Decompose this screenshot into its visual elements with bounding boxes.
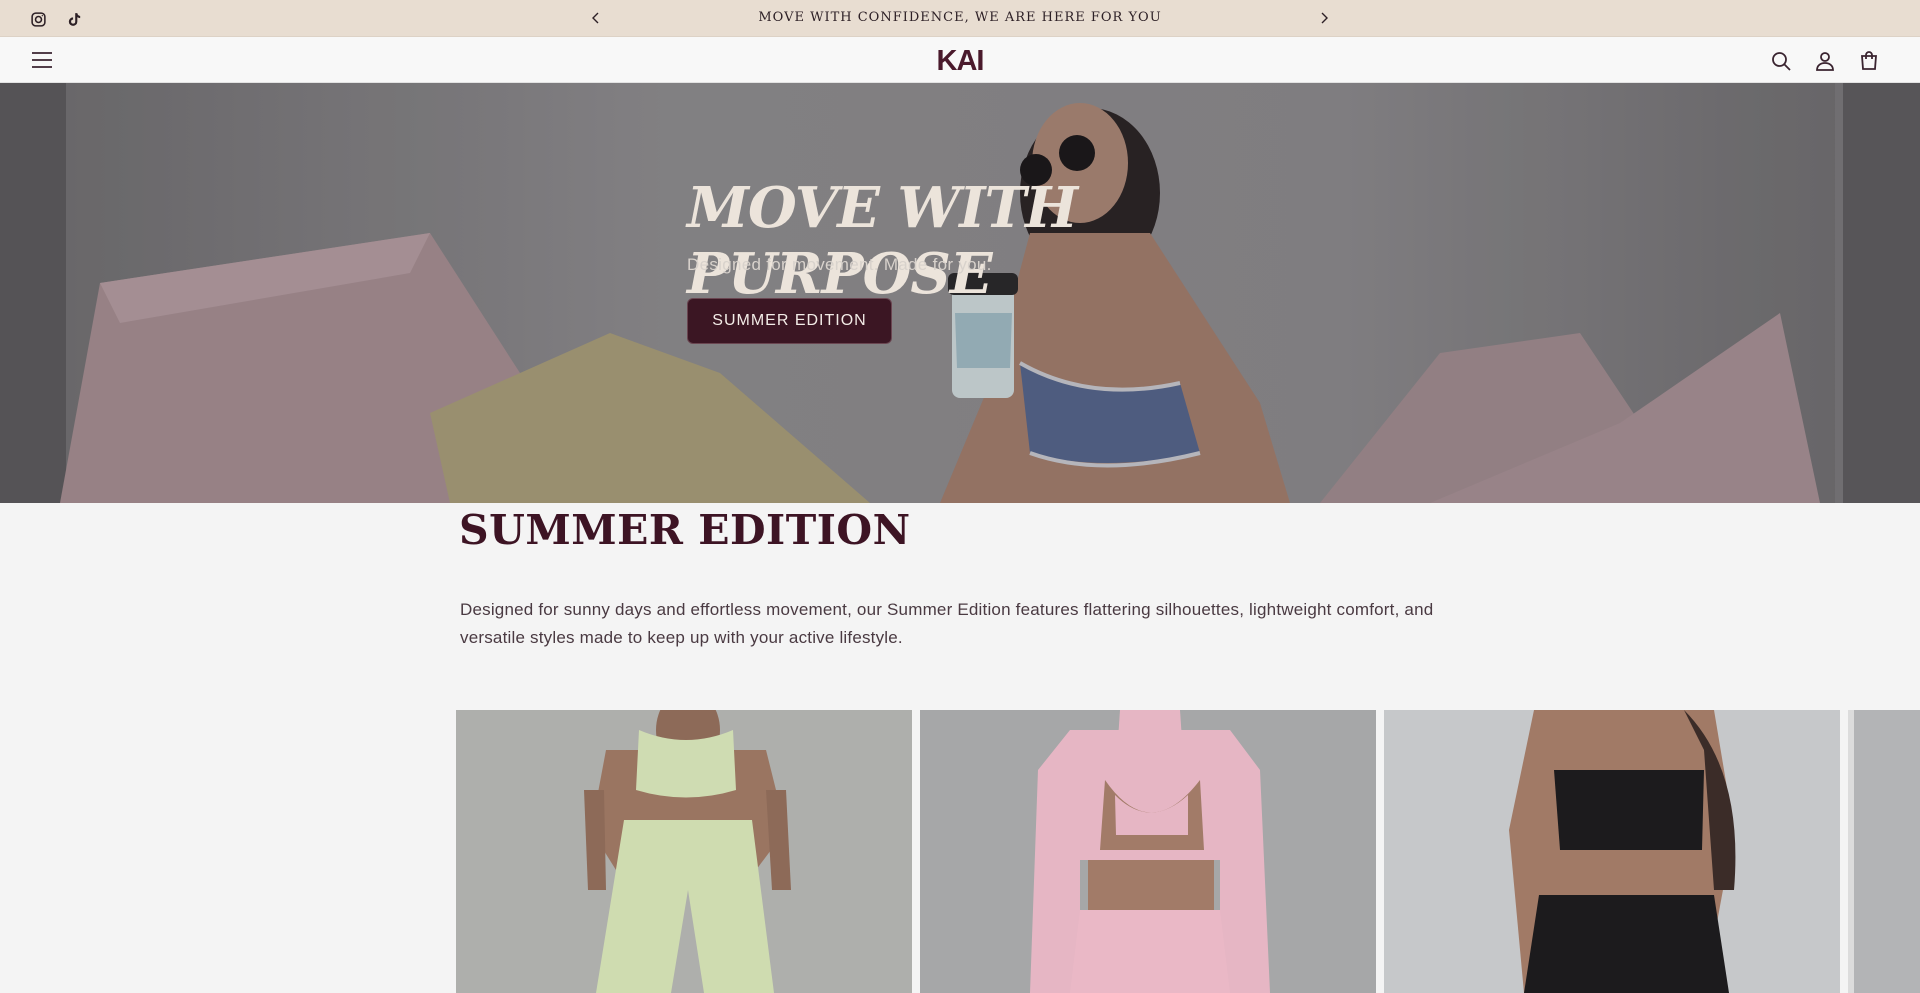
hamburger-menu-icon[interactable] (29, 49, 55, 71)
instagram-icon[interactable] (28, 9, 48, 29)
product-image-pink-set (920, 710, 1376, 993)
product-image-black-set (1384, 710, 1840, 993)
announcement-text: MOVE WITH CONFIDENCE, WE ARE HERE FOR YO… (758, 10, 1162, 25)
hero-title: MOVE WITH PURPOSE (687, 175, 1078, 307)
product-image-green-set (456, 710, 912, 993)
chevron-right-icon[interactable] (1314, 8, 1334, 28)
announcement-bar: MOVE WITH CONFIDENCE, WE ARE HERE FOR YO… (0, 0, 1920, 37)
summer-edition-button[interactable]: SUMMER EDITION (687, 298, 892, 344)
account-icon[interactable] (1813, 49, 1837, 73)
product-card[interactable] (1848, 710, 1920, 993)
collection-description: Designed for sunny days and effortless m… (460, 600, 1434, 647)
product-image-partial (1848, 710, 1920, 993)
site-logo[interactable]: KAI (928, 45, 992, 77)
product-card[interactable] (920, 710, 1376, 993)
search-icon[interactable] (1769, 49, 1793, 73)
product-card[interactable] (456, 710, 912, 993)
cart-icon[interactable] (1857, 49, 1881, 73)
site-header: KAI (0, 37, 1920, 83)
hero-banner: MOVE WITH PURPOSE Designed for movement.… (0, 83, 1920, 503)
logo-text: KAI (937, 45, 984, 75)
collection-title: SUMMER EDITION (459, 506, 911, 554)
product-card[interactable] (1384, 710, 1840, 993)
hero-subtitle: Designed for movement. Made for you. (687, 255, 992, 274)
tiktok-icon[interactable] (64, 9, 84, 29)
